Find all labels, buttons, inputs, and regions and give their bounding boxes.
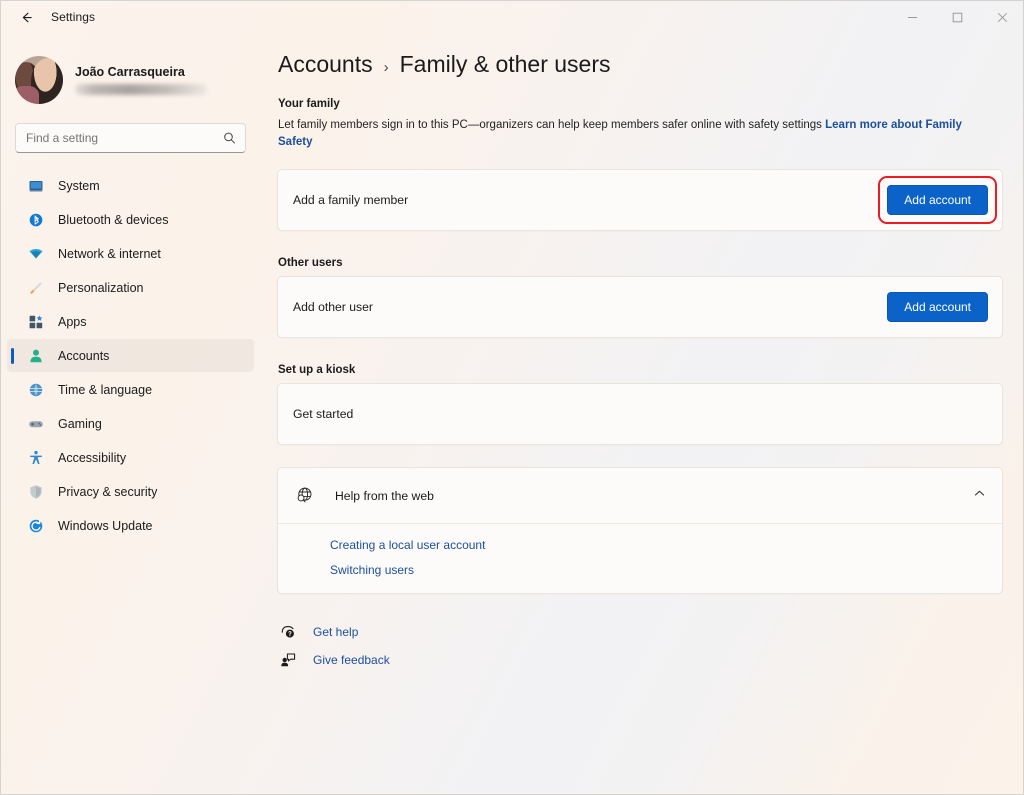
search-icon bbox=[223, 132, 236, 145]
add-family-member-card: Add a family member Add account bbox=[277, 169, 1003, 231]
account-email-redacted bbox=[75, 84, 207, 95]
page-footer: Get help Give feedback bbox=[277, 594, 1003, 674]
help-link-switching-users[interactable]: Switching users bbox=[330, 563, 414, 577]
clock-globe-icon bbox=[27, 381, 45, 399]
wifi-icon bbox=[27, 245, 45, 263]
gamepad-icon bbox=[27, 415, 45, 433]
selection-indicator bbox=[11, 348, 14, 364]
sidebar-item-gaming[interactable]: Gaming bbox=[7, 407, 254, 440]
section-title-your-family: Your family bbox=[277, 98, 1003, 110]
sidebar-item-windows-update[interactable]: Windows Update bbox=[7, 509, 254, 542]
sidebar-item-label: Privacy & security bbox=[58, 485, 157, 499]
update-icon bbox=[27, 517, 45, 535]
sidebar: João Carrasqueira bbox=[1, 33, 260, 795]
sidebar-item-personalization[interactable]: Personalization bbox=[7, 271, 254, 304]
bluetooth-icon bbox=[27, 211, 45, 229]
give-feedback-row[interactable]: Give feedback bbox=[279, 646, 390, 674]
search-input[interactable] bbox=[26, 131, 217, 145]
section-title-kiosk: Set up a kiosk bbox=[277, 364, 1003, 376]
apps-icon bbox=[27, 313, 45, 331]
breadcrumb-separator-icon: › bbox=[384, 59, 389, 76]
title-bar: Settings bbox=[1, 1, 1024, 33]
breadcrumb-parent[interactable]: Accounts bbox=[278, 51, 373, 78]
web-search-icon bbox=[295, 486, 315, 506]
sidebar-item-label: Accounts bbox=[58, 349, 109, 363]
page-title: Family & other users bbox=[400, 51, 611, 78]
sidebar-item-system[interactable]: System bbox=[7, 169, 254, 202]
sidebar-item-accounts[interactable]: Accounts bbox=[7, 339, 254, 372]
paintbrush-icon bbox=[27, 279, 45, 297]
add-family-account-button-wrap: Add account bbox=[887, 185, 988, 215]
settings-window: Settings João Carrasqueira bbox=[0, 0, 1024, 795]
feedback-icon bbox=[279, 651, 297, 669]
main-content: Accounts › Family & other users Your fam… bbox=[260, 33, 1024, 795]
help-from-web-header[interactable]: Help from the web bbox=[278, 468, 1002, 523]
maximize-button[interactable] bbox=[935, 1, 980, 33]
kiosk-get-started-label: Get started bbox=[293, 407, 353, 421]
add-other-account-button[interactable]: Add account bbox=[887, 292, 988, 322]
add-family-account-button[interactable]: Add account bbox=[887, 185, 988, 215]
help-from-web-links: Creating a local user account Switching … bbox=[278, 523, 1002, 593]
kiosk-row: Get started bbox=[278, 384, 1002, 444]
add-other-user-card: Add other user Add account bbox=[277, 276, 1003, 338]
minimize-button[interactable] bbox=[890, 1, 935, 33]
account-name: João Carrasqueira bbox=[75, 65, 207, 79]
give-feedback-label: Give feedback bbox=[313, 653, 390, 667]
back-arrow-icon[interactable] bbox=[11, 2, 41, 32]
sidebar-item-time-language[interactable]: Time & language bbox=[7, 373, 254, 406]
family-description-text: Let family members sign in to this PC—or… bbox=[278, 119, 822, 131]
sidebar-item-label: Bluetooth & devices bbox=[58, 213, 169, 227]
breadcrumb: Accounts › Family & other users bbox=[277, 51, 1003, 78]
sidebar-nav: System Bluetooth & devices bbox=[1, 169, 260, 542]
avatar bbox=[15, 56, 63, 104]
sidebar-item-label: Personalization bbox=[58, 281, 143, 295]
help-link-creating-local-user-account[interactable]: Creating a local user account bbox=[330, 538, 485, 552]
close-button[interactable] bbox=[980, 1, 1024, 33]
add-other-user-row: Add other user Add account bbox=[278, 277, 1002, 337]
add-other-user-label: Add other user bbox=[293, 300, 373, 314]
family-description: Let family members sign in to this PC—or… bbox=[277, 117, 989, 151]
sidebar-item-accessibility[interactable]: Accessibility bbox=[7, 441, 254, 474]
sidebar-item-bluetooth-devices[interactable]: Bluetooth & devices bbox=[7, 203, 254, 236]
sidebar-item-label: System bbox=[58, 179, 100, 193]
account-header[interactable]: João Carrasqueira bbox=[1, 45, 260, 109]
sidebar-item-label: Gaming bbox=[58, 417, 102, 431]
accessibility-icon bbox=[27, 449, 45, 467]
window-title: Settings bbox=[51, 10, 95, 24]
help-from-web-card: Help from the web Creating a local user … bbox=[277, 467, 1003, 594]
search-box[interactable] bbox=[15, 123, 246, 153]
get-help-row[interactable]: Get help bbox=[279, 618, 358, 646]
sidebar-item-label: Apps bbox=[58, 315, 87, 329]
add-family-member-row: Add a family member Add account bbox=[278, 170, 1002, 230]
get-help-icon bbox=[279, 623, 297, 641]
sidebar-item-label: Time & language bbox=[58, 383, 152, 397]
sidebar-item-label: Windows Update bbox=[58, 519, 153, 533]
shield-icon bbox=[27, 483, 45, 501]
person-icon bbox=[27, 347, 45, 365]
monitor-icon bbox=[27, 177, 45, 195]
add-family-member-label: Add a family member bbox=[293, 193, 408, 207]
sidebar-item-privacy-security[interactable]: Privacy & security bbox=[7, 475, 254, 508]
sidebar-item-network-internet[interactable]: Network & internet bbox=[7, 237, 254, 270]
chevron-up-icon[interactable] bbox=[973, 487, 986, 505]
get-help-label: Get help bbox=[313, 625, 358, 639]
help-from-web-title: Help from the web bbox=[335, 489, 434, 503]
sidebar-item-apps[interactable]: Apps bbox=[7, 305, 254, 338]
kiosk-card[interactable]: Get started bbox=[277, 383, 1003, 445]
sidebar-item-label: Network & internet bbox=[58, 247, 161, 261]
sidebar-item-label: Accessibility bbox=[58, 451, 126, 465]
section-title-other-users: Other users bbox=[277, 257, 1003, 269]
